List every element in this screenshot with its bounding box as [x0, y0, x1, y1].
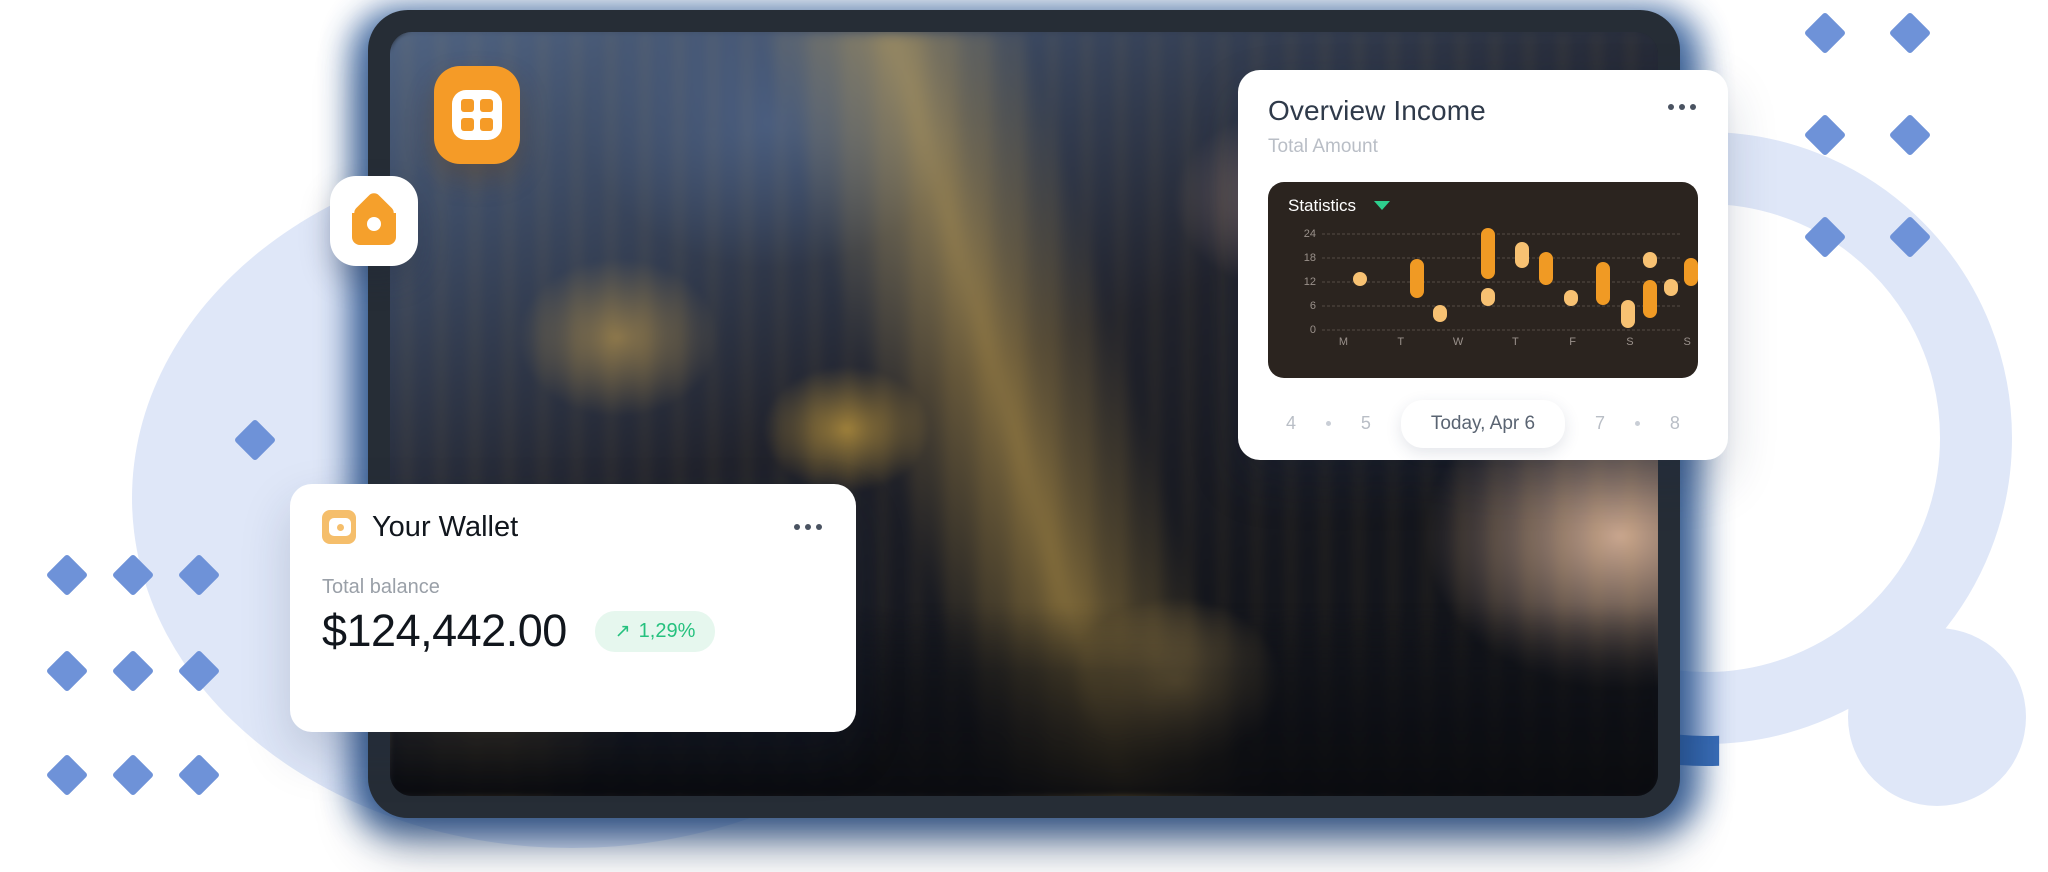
wallet-change-value: 1,29%	[638, 619, 696, 642]
y-tick-label: 18	[1303, 251, 1316, 264]
grid-apps-icon[interactable]	[434, 66, 520, 164]
bar	[1642, 279, 1657, 318]
bar	[1433, 304, 1448, 322]
y-tick-label: 6	[1309, 299, 1316, 312]
ellipsis-icon[interactable]	[1666, 96, 1698, 118]
wallet-icon	[322, 510, 356, 544]
x-tick-label: T	[1397, 335, 1405, 348]
statistics-chart-panel: Statistics 0 6 12 18 24 M T W T F S S	[1268, 181, 1698, 378]
grid-apps-icon-glyph	[452, 90, 502, 140]
decor-diamond	[1888, 113, 1932, 157]
home-icon-glyph	[349, 190, 399, 245]
pager-dot-icon	[1634, 421, 1640, 427]
decor-diamond	[111, 649, 155, 693]
wallet-balance-label: Total balance	[322, 576, 440, 598]
pager-page-5[interactable]: 5	[1349, 413, 1383, 434]
x-tick-label: W	[1452, 335, 1464, 348]
overview-income-card: Overview Income Total Amount Statistics …	[1238, 70, 1728, 460]
bar	[1409, 258, 1424, 298]
overview-card-title: Overview Income	[1268, 95, 1486, 126]
wallet-balance-value: $124,442.00	[322, 605, 567, 656]
bar	[1481, 227, 1496, 279]
wallet-card-title: Your Wallet	[372, 510, 519, 543]
y-tick-label: 12	[1303, 275, 1316, 288]
decor-diamond	[1803, 11, 1847, 55]
bar	[1596, 261, 1611, 305]
y-tick-label: 0	[1309, 323, 1316, 336]
home-icon[interactable]	[330, 176, 418, 266]
wallet-balance-row: $124,442.00 ↗ 1,29%	[322, 605, 824, 657]
x-axis: MTWTFSS	[1322, 335, 1691, 352]
decor-diamond	[1888, 11, 1932, 55]
your-wallet-card: Your Wallet Total balance $124,442.00 ↗ …	[290, 484, 856, 732]
overview-card-subtitle: Total Amount	[1268, 135, 1378, 157]
decor-diamond	[45, 753, 89, 797]
y-tick-label: 24	[1303, 227, 1316, 240]
x-tick-label: F	[1569, 335, 1576, 348]
wallet-change-badge[interactable]: ↗ 1,29%	[594, 610, 716, 652]
x-tick-label: S	[1683, 335, 1691, 348]
hero-illustration: Overview Income Total Amount Statistics …	[0, 0, 2048, 872]
date-pager: 4 5 Today, Apr 6 7 8	[1268, 399, 1698, 448]
caret-down-icon[interactable]	[1374, 201, 1391, 211]
bar	[1683, 257, 1698, 286]
bar	[1481, 287, 1496, 306]
bar	[1515, 241, 1530, 268]
pager-page-8[interactable]: 8	[1658, 413, 1692, 434]
x-tick-label: M	[1338, 335, 1349, 348]
decor-diamond	[45, 553, 89, 597]
decor-circle-bottom-right	[1848, 628, 2026, 806]
statistics-title: Statistics	[1288, 195, 1357, 215]
pager-today-button[interactable]: Today, Apr 6	[1400, 399, 1566, 448]
bar	[1538, 251, 1553, 285]
bar	[1621, 299, 1636, 328]
decor-diamond	[111, 753, 155, 797]
pager-dot-icon	[1325, 421, 1331, 427]
ellipsis-icon[interactable]	[792, 516, 824, 538]
pager-page-7[interactable]: 7	[1583, 413, 1617, 434]
wallet-card-header: Your Wallet	[322, 510, 824, 544]
bar-series	[1322, 226, 1698, 330]
overview-card-header: Overview Income Total Amount	[1268, 95, 1698, 158]
pager-page-4[interactable]: 4	[1274, 413, 1308, 434]
decor-diamond	[45, 649, 89, 693]
arrow-up-right-icon: ↗	[614, 620, 631, 642]
statistics-panel-header: Statistics	[1268, 182, 1698, 216]
statistics-plot: 0 6 12 18 24 M T W T F S S	[1282, 226, 1698, 354]
y-axis: 0 6 12 18 24	[1282, 226, 1316, 336]
bar	[1352, 271, 1367, 286]
x-tick-label: S	[1626, 335, 1634, 348]
bar	[1642, 251, 1657, 268]
x-tick-label: T	[1511, 335, 1519, 348]
bar	[1563, 289, 1578, 306]
decor-diamond	[177, 753, 221, 797]
bar	[1664, 278, 1679, 296]
